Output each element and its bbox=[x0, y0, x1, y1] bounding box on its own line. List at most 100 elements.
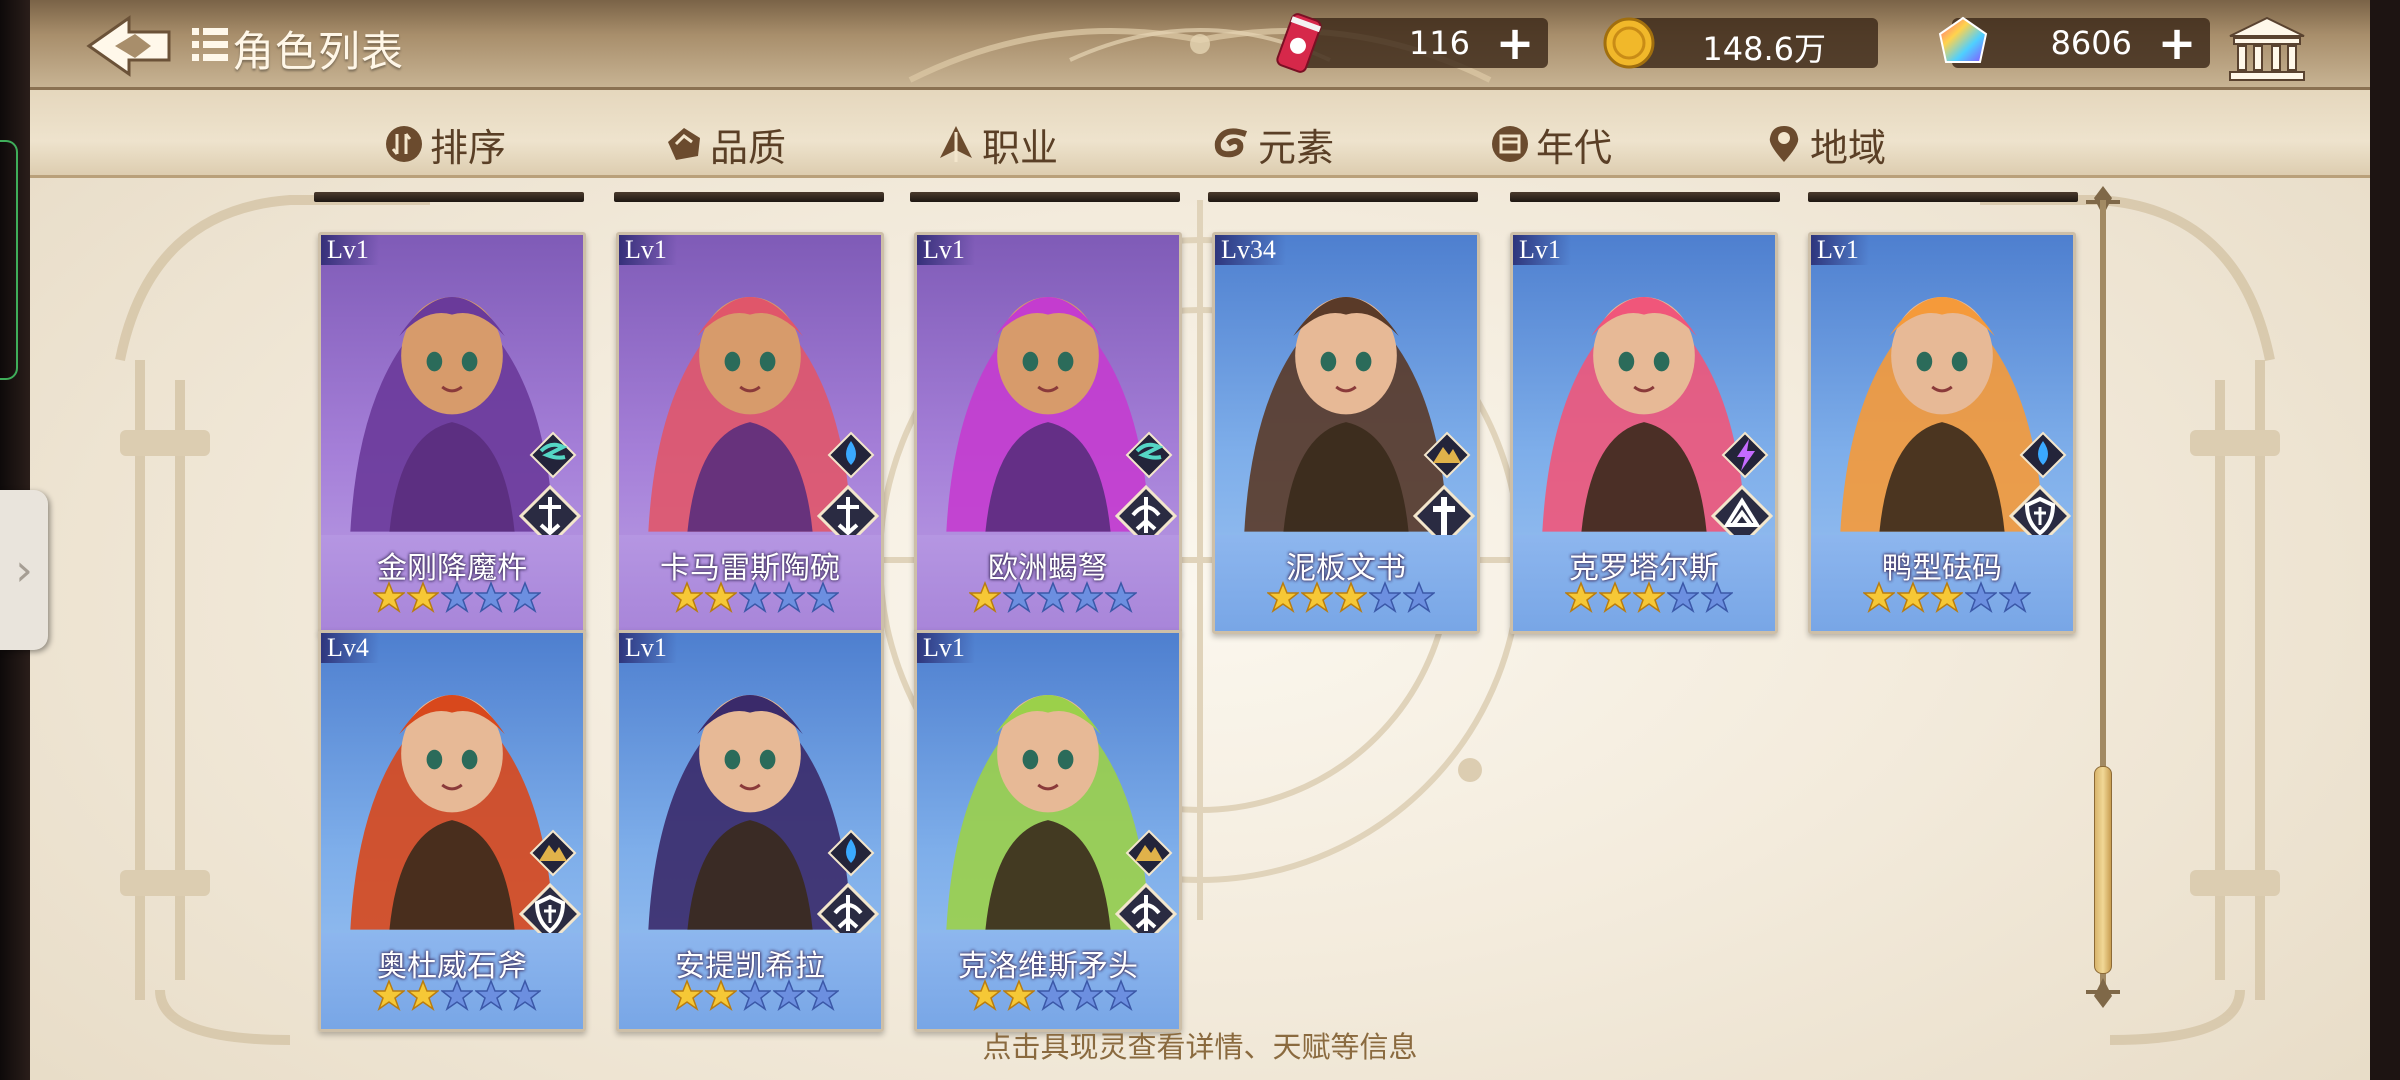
back-arrow-icon bbox=[86, 15, 171, 77]
tab-underline bbox=[314, 192, 584, 202]
filter-tab-class[interactable]: 职业 bbox=[936, 118, 1058, 170]
hint-text: 点击具现灵查看详情、天赋等信息 bbox=[982, 1030, 1418, 1064]
filter-tab-label: 品质 bbox=[710, 125, 787, 170]
filter-tab-label: 地域 bbox=[1810, 125, 1887, 170]
tab-underline bbox=[1808, 192, 2078, 202]
filter-tab-label: 年代 bbox=[1536, 125, 1613, 170]
star-filled-icon bbox=[373, 581, 405, 613]
star-empty-icon bbox=[739, 979, 771, 1011]
filter-tab-quality[interactable]: 品质 bbox=[664, 118, 786, 170]
character-card[interactable]: Lv1 金刚降魔杵 bbox=[318, 232, 586, 634]
star-filled-icon bbox=[1335, 581, 1367, 613]
star-empty-icon bbox=[739, 581, 771, 613]
character-card[interactable]: Lv1 鸭型砝码 bbox=[1808, 232, 2076, 634]
element-earth-icon bbox=[529, 829, 577, 877]
chevron-right-icon: › bbox=[15, 544, 33, 596]
star-empty-icon bbox=[1071, 979, 1103, 1011]
edge-highlight bbox=[0, 140, 18, 380]
currency-ticket: 116 + bbox=[1290, 18, 1548, 68]
back-button[interactable] bbox=[85, 14, 175, 78]
star-filled-icon bbox=[1931, 581, 1963, 613]
star-filled-icon bbox=[705, 581, 737, 613]
star-filled-icon bbox=[1897, 581, 1929, 613]
filter-tab-label: 职业 bbox=[982, 125, 1059, 170]
star-empty-icon bbox=[1071, 581, 1103, 613]
character-card[interactable]: Lv1 克洛维斯矛头 bbox=[914, 630, 1182, 1032]
bank-building-icon[interactable] bbox=[2226, 16, 2308, 82]
character-card[interactable]: Lv1 欧洲蝎弩 bbox=[914, 232, 1182, 634]
star-rating bbox=[969, 979, 1137, 1013]
character-card[interactable]: Lv1 克罗塔尔斯 bbox=[1510, 232, 1778, 634]
game-screen: › 角色列表 116 + 148.6万 8606 + 排序 品质 职业 元素 年… bbox=[0, 0, 2400, 1080]
star-empty-icon bbox=[1105, 581, 1137, 613]
star-filled-icon bbox=[705, 979, 737, 1011]
star-filled-icon bbox=[1003, 979, 1035, 1011]
star-filled-icon bbox=[1267, 581, 1299, 613]
scrollbar-thumb[interactable] bbox=[2094, 766, 2112, 974]
element-wind-icon bbox=[1125, 431, 1173, 479]
filter-tab-label: 排序 bbox=[430, 125, 507, 170]
element-earth-icon bbox=[1423, 431, 1471, 479]
character-card[interactable]: Lv1 卡马雷斯陶碗 bbox=[616, 232, 884, 634]
star-rating bbox=[671, 581, 839, 615]
level-badge: Lv1 bbox=[321, 235, 379, 265]
filter-tab-label: 元素 bbox=[1258, 125, 1335, 170]
location-pin-icon bbox=[1769, 126, 1799, 162]
element-water-icon bbox=[2019, 431, 2067, 479]
star-empty-icon bbox=[807, 581, 839, 613]
star-empty-icon bbox=[509, 979, 541, 1011]
star-empty-icon bbox=[807, 979, 839, 1011]
character-card[interactable]: Lv4 奥杜威石斧 bbox=[318, 630, 586, 1032]
add-gem-button[interactable]: + bbox=[2156, 20, 2198, 66]
filter-tab-element[interactable]: 元素 bbox=[1212, 118, 1334, 170]
level-badge: Lv1 bbox=[619, 633, 677, 663]
star-empty-icon bbox=[1403, 581, 1435, 613]
star-empty-icon bbox=[475, 581, 507, 613]
star-filled-icon bbox=[671, 979, 703, 1011]
ticket-count: 116 bbox=[1408, 24, 1470, 62]
page-title: 角色列表 bbox=[232, 27, 405, 76]
star-rating bbox=[373, 581, 541, 615]
star-empty-icon bbox=[1369, 581, 1401, 613]
filter-tab-region[interactable]: 地域 bbox=[1764, 118, 1886, 170]
star-empty-icon bbox=[773, 581, 805, 613]
list-icon bbox=[192, 28, 228, 61]
era-icon bbox=[1492, 126, 1528, 162]
gem-count: 8606 bbox=[2050, 24, 2132, 62]
star-rating bbox=[373, 979, 541, 1013]
star-rating bbox=[1863, 581, 2031, 615]
star-empty-icon bbox=[441, 581, 473, 613]
level-badge: Lv1 bbox=[1513, 235, 1571, 265]
star-empty-icon bbox=[1105, 979, 1137, 1011]
star-filled-icon bbox=[1301, 581, 1333, 613]
star-rating bbox=[969, 581, 1137, 615]
rainbow-gem-icon bbox=[1938, 16, 1988, 63]
filter-tab-era[interactable]: 年代 bbox=[1490, 118, 1612, 170]
level-badge: Lv1 bbox=[917, 235, 975, 265]
side-drawer-handle[interactable]: › bbox=[0, 490, 48, 650]
element-thunder-icon bbox=[1721, 431, 1769, 479]
star-filled-icon bbox=[1863, 581, 1895, 613]
character-card[interactable]: Lv34 泥板文书 bbox=[1212, 232, 1480, 634]
add-ticket-button[interactable]: + bbox=[1494, 20, 1536, 66]
sort-icon bbox=[386, 126, 422, 162]
star-filled-icon bbox=[969, 581, 1001, 613]
gold-coin-icon bbox=[1603, 17, 1655, 69]
name-bar: 安提凯希拉 bbox=[619, 933, 881, 1029]
filter-tab-sort[interactable]: 排序 bbox=[384, 118, 506, 170]
star-empty-icon bbox=[1999, 581, 2031, 613]
class-icon bbox=[940, 126, 972, 162]
star-filled-icon bbox=[1633, 581, 1665, 613]
name-bar: 欧洲蝎弩 bbox=[917, 535, 1179, 631]
star-empty-icon bbox=[1037, 979, 1069, 1011]
gold-amount: 148.6万 bbox=[1702, 30, 1826, 68]
star-filled-icon bbox=[969, 979, 1001, 1011]
character-card[interactable]: Lv1 安提凯希拉 bbox=[616, 630, 884, 1032]
element-wind-icon bbox=[529, 431, 577, 479]
level-badge: Lv34 bbox=[1215, 235, 1286, 265]
star-rating bbox=[1565, 581, 1733, 615]
soda-can-icon bbox=[1276, 13, 1322, 73]
star-empty-icon bbox=[773, 979, 805, 1011]
name-bar: 克洛维斯矛头 bbox=[917, 933, 1179, 1029]
star-rating bbox=[1267, 581, 1435, 615]
